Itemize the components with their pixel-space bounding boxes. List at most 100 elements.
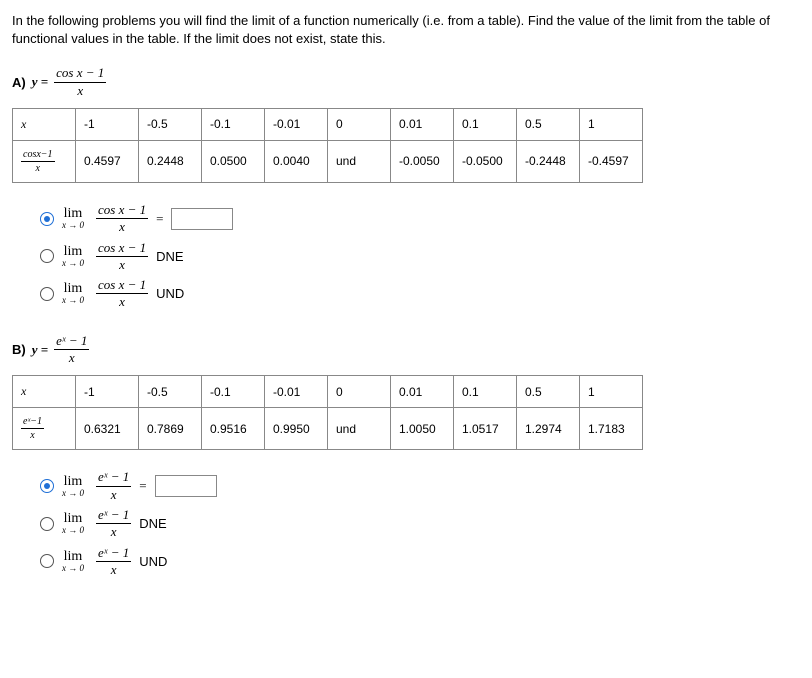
cell: 1 [580, 108, 643, 140]
opt-den: x [109, 487, 119, 502]
radio-icon[interactable] [40, 479, 54, 493]
cell: -0.0500 [454, 140, 517, 182]
option-expr: cos x − 1 x [96, 278, 148, 310]
cell: 0 [328, 376, 391, 408]
cell: -0.0050 [391, 140, 454, 182]
cell: -0.01 [265, 376, 328, 408]
table-a-flabel: cosx−1 x [21, 149, 55, 174]
cell: 0.1 [454, 108, 517, 140]
table-row: x -1 -0.5 -0.1 -0.01 0 0.01 0.1 0.5 1 [13, 376, 643, 408]
radio-icon[interactable] [40, 517, 54, 531]
options-b: lim x → 0 eˣ − 1 x = lim x → 0 eˣ − 1 x … [40, 470, 800, 577]
option-b-2[interactable]: lim x → 0 eˣ − 1 x DNE [40, 508, 800, 540]
lim-sub: x → 0 [62, 296, 84, 305]
problem-a-yeq: y = [32, 74, 48, 90]
option-a-2-rhs: DNE [156, 249, 183, 264]
opt-num: cos x − 1 [96, 241, 148, 257]
problem-b-expression: eˣ − 1 x [54, 334, 89, 366]
cell: 0.2448 [139, 140, 202, 182]
cell: 0.9516 [202, 408, 265, 450]
table-row: eˣ−1 x 0.6321 0.7869 0.9516 0.9950 und 1… [13, 408, 643, 450]
cell: 0.0500 [202, 140, 265, 182]
table-b-xlabel: x [21, 384, 26, 398]
eq-sign: = [156, 211, 163, 227]
eq-sign: = [139, 478, 146, 494]
cell: -1 [76, 376, 139, 408]
cell: 0.0040 [265, 140, 328, 182]
option-b-1[interactable]: lim x → 0 eˣ − 1 x = [40, 470, 800, 502]
option-a-1[interactable]: lim x → 0 cos x − 1 x = [40, 203, 800, 235]
option-a-3[interactable]: lim x → 0 cos x − 1 x UND [40, 278, 800, 310]
problem-b-expr-num: eˣ − 1 [54, 334, 89, 350]
lim-notation: lim x → 0 [62, 475, 84, 498]
cell: 0 [328, 108, 391, 140]
problem-a: A) y = cos x − 1 x x -1 -0.5 -0.1 -0.01 … [12, 66, 800, 309]
cell: 0.5 [517, 108, 580, 140]
lim-notation: lim x → 0 [62, 207, 84, 230]
problem-a-label: A) y = cos x − 1 x [12, 66, 800, 98]
lim-word: lim [64, 245, 83, 259]
cell: 0.1 [454, 376, 517, 408]
cell: 1.7183 [580, 408, 643, 450]
lim-notation: lim x → 0 [62, 512, 84, 535]
cell: 0.9950 [265, 408, 328, 450]
cell: 1.2974 [517, 408, 580, 450]
cell-den: x [28, 429, 36, 441]
opt-den: x [109, 562, 119, 577]
cell: -0.1 [202, 108, 265, 140]
cell: 0.01 [391, 108, 454, 140]
cell: 1 [580, 376, 643, 408]
option-expr: cos x − 1 x [96, 203, 148, 235]
lim-notation: lim x → 0 [62, 245, 84, 268]
opt-num: eˣ − 1 [96, 546, 131, 562]
options-a: lim x → 0 cos x − 1 x = lim x → 0 cos x … [40, 203, 800, 310]
cell-num: cosx−1 [21, 149, 55, 162]
answer-input-b[interactable] [155, 475, 217, 497]
cell: 0.4597 [76, 140, 139, 182]
cell: -0.5 [139, 376, 202, 408]
cell: -0.01 [265, 108, 328, 140]
opt-num: cos x − 1 [96, 203, 148, 219]
lim-word: lim [64, 207, 83, 221]
lim-sub: x → 0 [62, 526, 84, 535]
cell: 0.5 [517, 376, 580, 408]
lim-word: lim [64, 282, 83, 296]
opt-den: x [117, 219, 127, 234]
problem-a-expr-num: cos x − 1 [54, 66, 106, 82]
opt-den: x [109, 524, 119, 539]
opt-num: cos x − 1 [96, 278, 148, 294]
option-expr: eˣ − 1 x [96, 470, 131, 502]
table-b: x -1 -0.5 -0.1 -0.01 0 0.01 0.1 0.5 1 eˣ… [12, 375, 643, 450]
option-expr: eˣ − 1 x [96, 546, 131, 578]
radio-icon[interactable] [40, 212, 54, 226]
lim-word: lim [64, 475, 83, 489]
cell: -0.1 [202, 376, 265, 408]
cell: -0.5 [139, 108, 202, 140]
problem-a-letter: A) [12, 75, 26, 90]
table-row: cosx−1 x 0.4597 0.2448 0.0500 0.0040 und… [13, 140, 643, 182]
table-a-xlabel: x [21, 117, 26, 131]
opt-den: x [117, 294, 127, 309]
radio-icon[interactable] [40, 287, 54, 301]
option-b-2-rhs: DNE [139, 516, 166, 531]
table-row: x -1 -0.5 -0.1 -0.01 0 0.01 0.1 0.5 1 [13, 108, 643, 140]
table-b-flabel: eˣ−1 x [21, 416, 44, 441]
lim-sub: x → 0 [62, 489, 84, 498]
cell: 1.0517 [454, 408, 517, 450]
lim-word: lim [64, 512, 83, 526]
problem-a-expression: cos x − 1 x [54, 66, 106, 98]
radio-icon[interactable] [40, 554, 54, 568]
answer-input-a[interactable] [171, 208, 233, 230]
option-b-3[interactable]: lim x → 0 eˣ − 1 x UND [40, 546, 800, 578]
opt-den: x [117, 257, 127, 272]
option-a-2[interactable]: lim x → 0 cos x − 1 x DNE [40, 241, 800, 273]
problem-b-yeq: y = [32, 342, 48, 358]
opt-num: eˣ − 1 [96, 470, 131, 486]
cell: und [328, 140, 391, 182]
problem-b-expr-den: x [67, 350, 77, 365]
cell: -0.4597 [580, 140, 643, 182]
radio-icon[interactable] [40, 249, 54, 263]
cell: und [328, 408, 391, 450]
cell: 0.6321 [76, 408, 139, 450]
option-expr: cos x − 1 x [96, 241, 148, 273]
